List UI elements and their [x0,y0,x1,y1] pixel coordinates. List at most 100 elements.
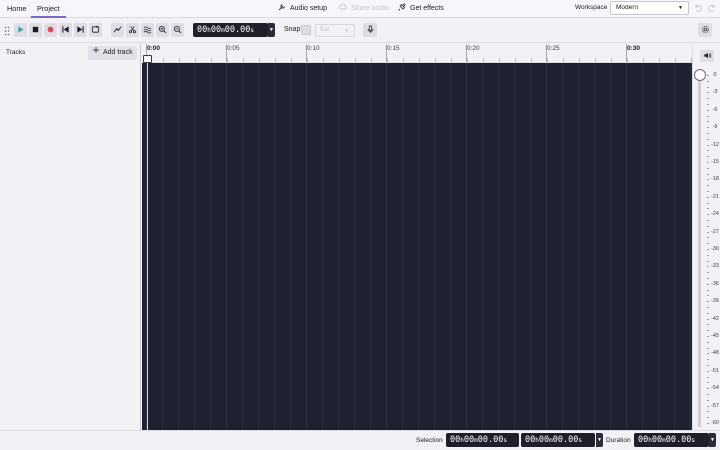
undo-icon[interactable] [693,3,703,15]
duration-format-dropdown[interactable]: ▼ [709,433,716,447]
grid-line [322,63,323,430]
meter-tick [707,208,709,210]
chevron-down-icon: ▼ [710,437,715,443]
play-button[interactable] [14,23,27,37]
envelope-tool-button[interactable] [111,23,124,37]
microphone-icon [366,25,375,36]
grid-line [354,63,355,430]
stop-button[interactable] [29,23,42,37]
meter-label: -18 [711,176,719,183]
zoom-in-button[interactable] [156,23,169,37]
selection-label: Selection [416,437,443,444]
meter-tick [707,75,709,76]
selection-format-dropdown[interactable]: ▼ [596,433,603,447]
meter-label: -48 [711,350,719,357]
microphone-button[interactable] [363,23,377,37]
time-display[interactable]: 00h00m00.00s [193,23,268,37]
redo-icon[interactable] [707,3,717,15]
timeline-ruler[interactable]: 0:00 0:05 0:10 0:15 0:20 0:25 0:30 [142,44,692,63]
loop-icon [91,25,100,36]
grid-line [274,63,275,430]
meter-tick [707,278,709,279]
meter-tick [707,295,709,297]
wrench-icon [277,2,287,17]
cut-tool-button[interactable] [126,23,139,37]
meter-tick [707,109,709,111]
chevron-down-icon: ▼ [269,27,274,33]
record-icon [46,25,55,36]
duration-display[interactable]: 00h00m00.00s [634,433,709,447]
grid-line [226,63,227,430]
grid-line [370,63,371,430]
playhead-handle[interactable] [143,55,152,63]
meter-tick [707,185,709,187]
zoom-out-icon [173,25,182,36]
meter-label: -33 [711,263,719,270]
volume-button[interactable] [700,50,714,62]
skip-end-button[interactable] [74,23,87,37]
waveform-tool-icon [143,25,152,36]
meter-tick [707,80,709,82]
grid-line [690,63,691,430]
record-button[interactable] [44,23,57,37]
volume-slider-track[interactable] [698,69,701,427]
workspace-select[interactable]: Modern ▼ [610,1,689,15]
plus-icon [92,46,100,60]
skip-start-button[interactable] [59,23,72,37]
ruler-label: 0:20 [467,45,480,52]
audio-setup-label: Audio setup [290,5,327,12]
playhead-line [147,63,148,430]
meter-label: -6 [712,106,718,113]
meter-tick [707,225,709,227]
get-effects-button[interactable]: Get effects [397,2,444,17]
meter-tick [707,202,709,204]
chevron-down-icon: ▼ [344,28,349,33]
ruler-label: 0:00 [147,45,161,52]
share-audio-button[interactable]: Share audio [338,3,389,15]
meter-tick [707,301,709,303]
chevron-down-icon: ▼ [597,437,602,443]
tab-home[interactable]: Home [1,0,32,18]
grid-line [594,63,595,430]
grid-line [610,63,611,430]
volume-slider-knob[interactable] [694,69,706,81]
multi-tool-button[interactable] [141,23,154,37]
meter-tick [707,196,709,198]
stop-icon [31,25,40,36]
tab-project[interactable]: Project [31,0,66,18]
meter-label: -60 [711,420,719,426]
grid-line [450,63,451,430]
meter-label: -30 [711,246,719,252]
meter-label: -57 [711,402,719,409]
zoom-out-button[interactable] [171,23,184,37]
settings-button[interactable] [698,23,712,37]
ruler-label: 0:15 [387,45,400,52]
loop-button[interactable] [89,23,102,37]
grid-line [466,63,467,430]
time-format-dropdown[interactable]: ▼ [268,23,275,37]
selection-end-display[interactable]: 00h00m00.00s [521,433,595,447]
add-track-button[interactable]: Add track [88,46,137,60]
grid-line [386,63,387,430]
meter-label: -42 [711,315,719,322]
meter-tick [707,394,709,395]
meter-tick [707,92,709,94]
grid-line [642,63,643,430]
meter-tick [707,388,709,390]
meter-tick [707,144,709,146]
selection-start-display[interactable]: 00h00m00.00s [446,433,519,447]
workspace-label: Workspace [575,4,608,11]
audio-setup-button[interactable]: Audio setup [277,3,327,15]
plug-icon [397,2,407,17]
drag-handle-icon[interactable] [4,26,10,38]
grid-line [498,63,499,430]
meter-tick [707,324,709,326]
track-area[interactable] [142,63,692,430]
snap-select[interactable]: Bar ▼ [315,24,355,37]
snap-checkbox[interactable] [301,25,311,35]
grid-line [546,63,547,430]
meter-tick [707,411,709,413]
meter-tick [707,336,709,337]
ruler-label: 0:05 [227,45,240,52]
scissors-icon [128,25,137,36]
